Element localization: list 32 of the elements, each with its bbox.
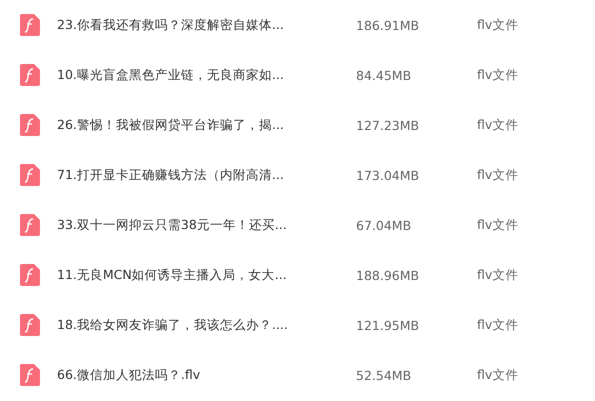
file-size: 127.23MB — [356, 118, 420, 132]
file-name[interactable]: 18.我给女网友诈骗了，我该怎么办？.... — [57, 316, 356, 334]
file-size: 173.04MB — [356, 168, 420, 182]
file-name[interactable]: 71.打开显卡正确赚钱方法（内附高清... — [57, 166, 356, 184]
file-type: flv文件 — [477, 216, 518, 234]
file-name[interactable]: 10.曝光盲盒黑色产业链，无良商家如... — [57, 66, 356, 84]
file-size: 121.95MB — [356, 318, 420, 332]
file-type: flv文件 — [477, 366, 518, 384]
file-size: 188.96MB — [356, 268, 420, 282]
file-type: flv文件 — [477, 66, 518, 84]
file-type: flv文件 — [477, 16, 518, 34]
flash-file-icon — [20, 364, 40, 386]
flash-file-icon — [20, 264, 40, 286]
flash-file-icon — [20, 114, 40, 136]
flash-file-icon — [20, 64, 40, 86]
flash-file-icon — [20, 14, 40, 36]
file-type: flv文件 — [477, 166, 518, 184]
flash-file-icon — [20, 314, 40, 336]
file-type: flv文件 — [477, 316, 518, 334]
file-size: 84.45MB — [356, 68, 412, 82]
file-name[interactable]: 66.微信加人犯法吗？.flv — [57, 366, 356, 384]
file-size: 67.04MB — [356, 218, 412, 232]
file-name[interactable]: 33.双十一网抑云只需38元一年！还买... — [57, 216, 356, 234]
file-size: 186.91MB — [356, 18, 420, 32]
file-name[interactable]: 11.无良MCN如何诱导主播入局，女大... — [57, 266, 356, 284]
file-size: 52.54MB — [356, 368, 412, 382]
file-name[interactable]: 23.你看我还有救吗？深度解密自媒体... — [57, 16, 356, 34]
file-type: flv文件 — [477, 116, 518, 134]
flash-file-icon — [20, 164, 40, 186]
file-name[interactable]: 26.警惕！我被假网贷平台诈骗了，揭... — [57, 116, 356, 134]
file-type: flv文件 — [477, 266, 518, 284]
flash-file-icon — [20, 214, 40, 236]
